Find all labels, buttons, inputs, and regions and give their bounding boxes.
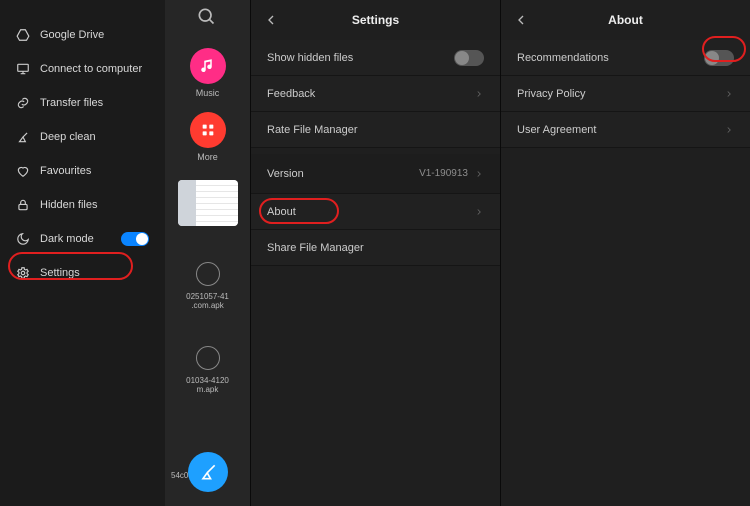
clean-fab[interactable] — [188, 452, 228, 492]
sidebar-item-label: Connect to computer — [40, 63, 149, 75]
row-label: Rate File Manager — [267, 124, 484, 136]
link-icon — [16, 96, 30, 110]
sidebar-item-settings[interactable]: Settings — [0, 256, 165, 290]
chevron-right-icon — [474, 169, 484, 179]
sidebar-item-dark-mode[interactable]: Dark mode — [0, 222, 165, 256]
panel-header: About — [501, 0, 750, 40]
broom-icon — [16, 130, 30, 144]
chevron-right-icon — [724, 89, 734, 99]
sidebar-item-label: Deep clean — [40, 131, 149, 143]
row-label: Share File Manager — [267, 242, 484, 254]
row-privacy-policy[interactable]: Privacy Policy — [501, 76, 750, 112]
tile-label: More — [197, 152, 218, 162]
row-version: Version V1-190913 — [251, 154, 500, 194]
lock-icon — [16, 198, 30, 212]
row-show-hidden[interactable]: Show hidden files — [251, 40, 500, 76]
row-feedback[interactable]: Feedback — [251, 76, 500, 112]
back-button[interactable] — [263, 12, 279, 28]
apk-filename: .com.apk — [191, 301, 223, 310]
about-panel: About Recommendations Privacy Policy Use… — [500, 0, 750, 506]
sidebar-item-hidden-files[interactable]: Hidden files — [0, 188, 165, 222]
row-label: Recommendations — [517, 52, 704, 64]
apk-item[interactable]: 0251057-41 .com.apk — [186, 262, 229, 310]
sidebar-item-deep-clean[interactable]: Deep clean — [0, 120, 165, 154]
drive-icon — [16, 28, 30, 42]
row-label: Version — [267, 168, 419, 180]
sidebar-item-google-drive[interactable]: Google Drive — [0, 18, 165, 52]
chevron-right-icon — [474, 207, 484, 217]
panel-header: Settings — [251, 0, 500, 40]
version-value: V1-190913 — [419, 168, 468, 179]
heart-icon — [16, 164, 30, 178]
chevron-right-icon — [724, 125, 734, 135]
dark-mode-toggle[interactable] — [121, 232, 149, 246]
row-label: Feedback — [267, 88, 468, 100]
panel-title: Settings — [352, 13, 399, 27]
sidebar-item-label: Hidden files — [40, 199, 149, 211]
apk-filename: 0251057-41 — [186, 292, 229, 301]
apk-icon — [196, 262, 220, 286]
sidebar-item-label: Dark mode — [40, 233, 111, 245]
row-label: About — [267, 206, 468, 218]
chevron-right-icon — [474, 89, 484, 99]
tile-music[interactable] — [190, 48, 226, 84]
moon-icon — [16, 232, 30, 246]
sidebar-item-connect[interactable]: Connect to computer — [0, 52, 165, 86]
row-recommendations[interactable]: Recommendations — [501, 40, 750, 76]
apk-filename: 01034-4120 — [186, 376, 229, 385]
panel-title: About — [608, 13, 643, 27]
gear-icon — [16, 266, 30, 280]
row-rate[interactable]: Rate File Manager — [251, 112, 500, 148]
sidebar-item-label: Google Drive — [40, 29, 149, 41]
search-icon[interactable] — [196, 6, 220, 30]
back-button[interactable] — [513, 12, 529, 28]
sidebar-item-favourites[interactable]: Favourites — [0, 154, 165, 188]
sidebar-item-transfer[interactable]: Transfer files — [0, 86, 165, 120]
tile-label: Music — [196, 88, 220, 98]
settings-panel: Settings Show hidden files Feedback Rate… — [250, 0, 500, 506]
file-strip: Music More 0251057-41 .com.apk 01034-412… — [165, 0, 250, 506]
switch-off[interactable] — [454, 50, 484, 66]
switch-off[interactable] — [704, 50, 734, 66]
row-label: Show hidden files — [267, 52, 454, 64]
row-label: User Agreement — [517, 124, 718, 136]
sidebar: Google Drive Connect to computer Transfe… — [0, 0, 165, 506]
monitor-icon — [16, 62, 30, 76]
row-label: Privacy Policy — [517, 88, 718, 100]
sidebar-item-label: Transfer files — [40, 97, 149, 109]
sidebar-item-label: Settings — [40, 267, 149, 279]
apk-icon — [196, 346, 220, 370]
apk-filename: m.apk — [197, 385, 219, 394]
row-share[interactable]: Share File Manager — [251, 230, 500, 266]
apk-item[interactable]: 01034-4120 m.apk — [186, 346, 229, 394]
document-thumbnail[interactable] — [178, 180, 238, 226]
sidebar-item-label: Favourites — [40, 165, 149, 177]
row-user-agreement[interactable]: User Agreement — [501, 112, 750, 148]
row-about[interactable]: About — [251, 194, 500, 230]
tile-more[interactable] — [190, 112, 226, 148]
